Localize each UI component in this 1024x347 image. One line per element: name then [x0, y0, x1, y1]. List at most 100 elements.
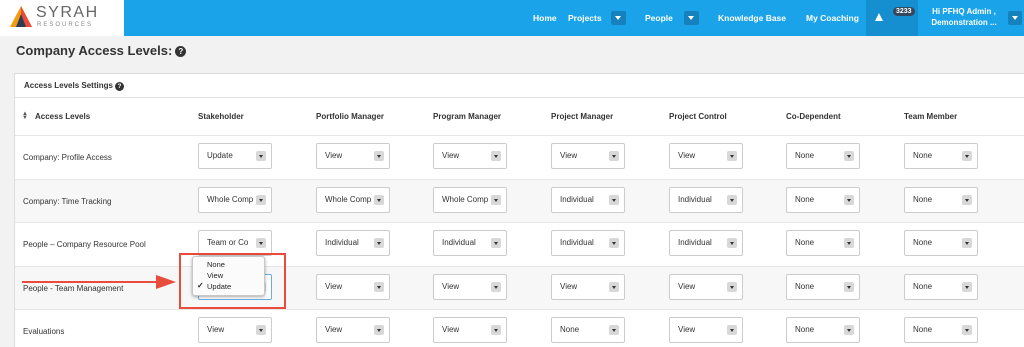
- help-icon[interactable]: ?: [175, 46, 187, 57]
- panel-help-icon[interactable]: ?: [114, 82, 124, 91]
- select-arrow-icon[interactable]: [256, 151, 266, 161]
- project-manager-select[interactable]: Individual: [551, 230, 625, 256]
- co-dependent-select[interactable]: None: [786, 230, 860, 256]
- select-arrow-icon[interactable]: [609, 151, 619, 161]
- select-arrow-icon[interactable]: [256, 325, 266, 335]
- logo[interactable]: SYRAH RESOURCES: [0, 0, 124, 36]
- panel-title: Access Levels Settings?: [24, 81, 124, 91]
- select-arrow-icon[interactable]: [962, 151, 972, 161]
- nav-people[interactable]: People: [645, 0, 673, 36]
- popup-option-update[interactable]: Update: [207, 282, 231, 291]
- program-manager-select[interactable]: View: [433, 317, 507, 343]
- select-arrow-icon[interactable]: [727, 195, 737, 205]
- select-arrow-icon[interactable]: [962, 238, 972, 248]
- select-value: View: [678, 325, 696, 334]
- select-arrow-icon[interactable]: [491, 325, 501, 335]
- co-dependent-select[interactable]: None: [786, 187, 860, 213]
- select-arrow-icon[interactable]: [962, 325, 972, 335]
- select-arrow-icon[interactable]: [256, 238, 266, 248]
- select-arrow-icon[interactable]: [962, 282, 972, 292]
- sort-icon[interactable]: ▲ ▼: [22, 111, 28, 121]
- team-member-select[interactable]: None: [904, 274, 978, 300]
- select-arrow-icon[interactable]: [727, 238, 737, 248]
- select-arrow-icon[interactable]: [844, 325, 854, 335]
- popup-option-none[interactable]: None: [207, 260, 225, 269]
- project-control-select[interactable]: View: [669, 317, 743, 343]
- stakeholder-select[interactable]: Whole Comp: [198, 187, 272, 213]
- user-dropdown-icon[interactable]: [1008, 11, 1022, 25]
- select-arrow-icon[interactable]: [844, 238, 854, 248]
- team-member-select[interactable]: None: [904, 187, 978, 213]
- select-arrow-icon[interactable]: [727, 151, 737, 161]
- stakeholder-select[interactable]: View: [198, 317, 272, 343]
- portfolio-manager-select[interactable]: Whole Comp: [316, 187, 390, 213]
- select-value: View: [442, 151, 460, 160]
- program-manager-select[interactable]: View: [433, 274, 507, 300]
- select-arrow-icon[interactable]: [374, 195, 384, 205]
- nav-projects[interactable]: Projects: [568, 0, 602, 36]
- select-arrow-icon[interactable]: [491, 282, 501, 292]
- select-arrow-icon[interactable]: [256, 195, 266, 205]
- project-manager-select[interactable]: Individual: [551, 187, 625, 213]
- select-arrow-icon[interactable]: [491, 238, 501, 248]
- team-member-select[interactable]: None: [904, 317, 978, 343]
- select-arrow-icon[interactable]: [609, 238, 619, 248]
- program-manager-select[interactable]: View: [433, 143, 507, 169]
- portfolio-manager-select[interactable]: View: [316, 143, 390, 169]
- select-arrow-icon[interactable]: [374, 282, 384, 292]
- select-arrow-icon[interactable]: [609, 282, 619, 292]
- co-dependent-select[interactable]: None: [786, 274, 860, 300]
- select-arrow-icon[interactable]: [609, 195, 619, 205]
- people-dropdown-icon[interactable]: [684, 11, 699, 25]
- select-arrow-icon[interactable]: [844, 195, 854, 205]
- select-arrow-icon[interactable]: [727, 282, 737, 292]
- program-manager-select[interactable]: Whole Comp: [433, 187, 507, 213]
- projects-dropdown-icon[interactable]: [611, 11, 626, 25]
- user-menu[interactable]: Hi PFHQ Admin , Demonstration ...: [924, 6, 1004, 28]
- team-member-select[interactable]: None: [904, 143, 978, 169]
- project-manager-select[interactable]: View: [551, 274, 625, 300]
- project-manager-select[interactable]: None: [551, 317, 625, 343]
- co-dependent-select[interactable]: None: [786, 143, 860, 169]
- project-control-select[interactable]: Individual: [669, 187, 743, 213]
- stakeholder-select[interactable]: Update: [198, 143, 272, 169]
- select-value: Whole Comp: [442, 195, 489, 204]
- select-arrow-icon[interactable]: [844, 282, 854, 292]
- select-arrow-icon[interactable]: [374, 238, 384, 248]
- select-value: View: [442, 325, 460, 334]
- select-arrow-icon[interactable]: [844, 151, 854, 161]
- alert-icon[interactable]: [875, 13, 883, 21]
- select-arrow-icon[interactable]: [491, 195, 501, 205]
- column-header-access-levels[interactable]: Access Levels: [35, 112, 90, 121]
- user-company: Demonstration ...: [931, 18, 997, 27]
- nav-home[interactable]: Home: [533, 0, 557, 36]
- select-value: Individual: [325, 238, 359, 247]
- select-arrow-icon[interactable]: [609, 325, 619, 335]
- project-control-select[interactable]: Individual: [669, 230, 743, 256]
- project-control-select[interactable]: View: [669, 143, 743, 169]
- select-value: View: [207, 325, 225, 334]
- project-control-select[interactable]: View: [669, 274, 743, 300]
- project-manager-select[interactable]: View: [551, 143, 625, 169]
- program-manager-select[interactable]: Individual: [433, 230, 507, 256]
- portfolio-manager-select[interactable]: Individual: [316, 230, 390, 256]
- select-value: View: [325, 282, 343, 291]
- co-dependent-select[interactable]: None: [786, 317, 860, 343]
- select-arrow-icon[interactable]: [962, 195, 972, 205]
- select-value: View: [560, 282, 578, 291]
- portfolio-manager-select[interactable]: View: [316, 274, 390, 300]
- checkmark-icon: ✓: [197, 281, 204, 290]
- select-arrow-icon[interactable]: [727, 325, 737, 335]
- select-arrow-icon[interactable]: [491, 151, 501, 161]
- select-arrow-icon[interactable]: [374, 151, 384, 161]
- nav-my-coaching[interactable]: My Coaching: [806, 0, 859, 36]
- popup-option-view[interactable]: View: [207, 271, 223, 280]
- nav-knowledge-base[interactable]: Knowledge Base: [718, 0, 786, 36]
- team-member-select[interactable]: None: [904, 230, 978, 256]
- select-value: View: [325, 325, 343, 334]
- row-label: People - Team Management: [23, 284, 124, 293]
- portfolio-manager-select[interactable]: View: [316, 317, 390, 343]
- notification-badge[interactable]: 3233: [893, 7, 915, 16]
- column-header-stakeholder: Stakeholder: [198, 112, 244, 121]
- select-arrow-icon[interactable]: [374, 325, 384, 335]
